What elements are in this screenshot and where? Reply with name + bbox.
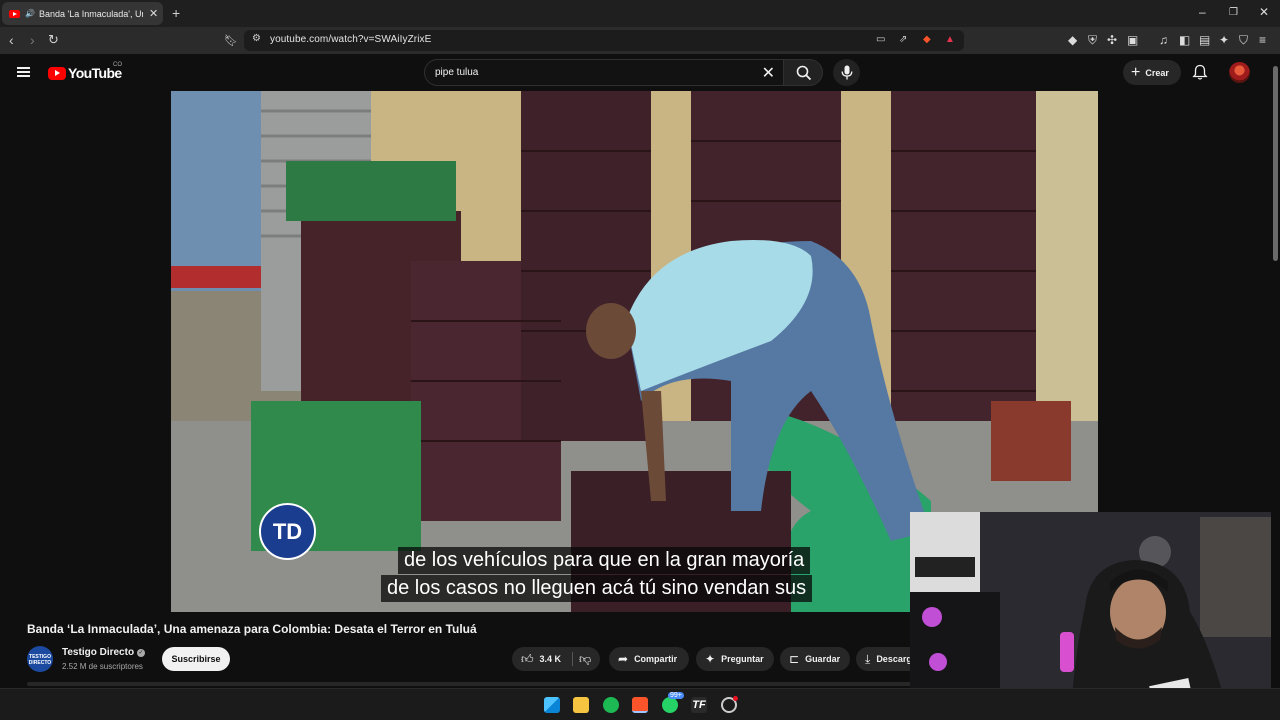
create-button[interactable]: + Crear bbox=[1123, 60, 1181, 85]
subtitle-line-2: de los casos no lleguen acá tú sino vend… bbox=[381, 575, 813, 602]
share-label: Compartir bbox=[634, 654, 678, 664]
leo-ai-icon[interactable]: ✦ bbox=[1219, 33, 1229, 47]
scrollbar-thumb[interactable] bbox=[1273, 66, 1278, 261]
share-icon: ➦ bbox=[618, 652, 629, 666]
windows-taskbar: 99+ TF bbox=[0, 688, 1280, 720]
ask-button[interactable]: ✦ Preguntar bbox=[696, 647, 774, 671]
whatsapp-badge: 99+ bbox=[668, 692, 684, 699]
description-box-edge bbox=[27, 682, 912, 686]
channel-name[interactable]: Testigo Directo bbox=[62, 647, 134, 658]
search-input[interactable]: pipe tulua bbox=[435, 67, 478, 78]
new-tab-button[interactable]: + bbox=[172, 5, 180, 21]
media-music-icon[interactable]: ♫ bbox=[1159, 33, 1168, 47]
youtube-play-icon bbox=[48, 66, 66, 80]
subscriber-count: 2.52 M de suscriptores bbox=[62, 662, 143, 671]
extensions-puzzle-icon[interactable]: ✣ bbox=[1107, 33, 1117, 47]
windows-start-icon[interactable] bbox=[544, 697, 560, 713]
menu-icon[interactable] bbox=[17, 67, 30, 77]
user-avatar[interactable] bbox=[1229, 62, 1250, 83]
bookmark-icon[interactable]: 🔖︎ bbox=[224, 34, 238, 47]
share-page-icon[interactable]: ⇗ bbox=[899, 34, 907, 45]
url-text[interactable]: youtube.com/watch?v=SWAiIyZrixE bbox=[270, 34, 431, 45]
subtitle-line-1: de los vehículos para que en la gran may… bbox=[398, 547, 811, 574]
video-title: Banda ‘La Inmaculada’, Una amenaza para … bbox=[27, 622, 477, 636]
tab-title: Banda 'La Inmaculada', Una amenaza bbox=[38, 8, 143, 19]
brave-rewards-icon[interactable]: ▲ bbox=[945, 34, 955, 45]
channel-watermark-logo: TD bbox=[259, 503, 316, 560]
search-button[interactable] bbox=[783, 59, 823, 86]
like-count[interactable]: 3.4 K bbox=[540, 654, 562, 664]
save-button[interactable]: ⊏ Guardar bbox=[780, 647, 850, 671]
speaker-icon[interactable]: 🔊 bbox=[25, 9, 35, 18]
microphone-icon bbox=[841, 65, 853, 80]
vpn-icon[interactable]: ⛉ bbox=[1239, 33, 1248, 48]
like-divider bbox=[572, 652, 573, 666]
notification-dot bbox=[733, 696, 738, 701]
thumbs-up-icon[interactable]: 👍︎ bbox=[521, 652, 534, 667]
ask-label: Preguntar bbox=[721, 654, 764, 664]
thumbs-down-icon[interactable]: 👎︎ bbox=[579, 652, 591, 667]
site-settings-icon[interactable]: ⚙ bbox=[252, 33, 261, 44]
save-bookmark-icon: ⊏ bbox=[789, 652, 800, 666]
minimize-button[interactable]: – bbox=[1199, 5, 1206, 19]
youtube-favicon-icon bbox=[9, 9, 20, 18]
share-button[interactable]: ➦ Compartir bbox=[609, 647, 689, 671]
extension-shield-icon[interactable]: ⛨ bbox=[1088, 33, 1097, 48]
address-bar[interactable]: ⚙ youtube.com/watch?v=SWAiIyZrixE ▭ ⇗ ◆ … bbox=[244, 30, 964, 51]
spotify-icon[interactable] bbox=[603, 697, 619, 713]
clear-search-icon[interactable]: ✕ bbox=[762, 63, 775, 83]
cast-icon[interactable]: ▭ bbox=[876, 34, 885, 45]
page-scrollbar[interactable] bbox=[1271, 54, 1280, 688]
youtube-header: YouTube CO pipe tulua ✕ + Crear bbox=[0, 54, 1280, 91]
youtube-logo[interactable]: YouTube CO bbox=[48, 62, 122, 81]
voice-search-button[interactable] bbox=[833, 59, 860, 86]
browser-toolbar: ‹ › ↻ 🔖︎ ⚙ youtube.com/watch?v=SWAiIyZri… bbox=[0, 27, 1280, 54]
close-window-button[interactable]: ✕ bbox=[1259, 5, 1269, 19]
screenshot-icon[interactable]: ▣ bbox=[1127, 33, 1138, 47]
subscribe-button[interactable]: Suscribirse bbox=[162, 647, 230, 671]
create-label: Crear bbox=[1145, 67, 1169, 78]
browser-tab[interactable]: 🔊 Banda 'La Inmaculada', Una amenaza ✕ bbox=[2, 2, 163, 25]
brave-browser-icon[interactable] bbox=[632, 697, 648, 713]
notifications-bell-icon[interactable] bbox=[1192, 64, 1208, 81]
sidebar-icon[interactable]: ◧ bbox=[1179, 33, 1190, 47]
extension-diamond-icon[interactable]: ◆ bbox=[1068, 33, 1077, 47]
plus-icon: + bbox=[1131, 63, 1141, 81]
forward-icon[interactable]: › bbox=[30, 32, 35, 48]
channel-avatar[interactable]: TESTIGO DIRECTO bbox=[27, 646, 53, 672]
verified-check-icon: ✓ bbox=[137, 649, 145, 657]
file-explorer-icon[interactable] bbox=[573, 697, 589, 713]
sparkle-icon: ✦ bbox=[705, 652, 716, 666]
back-icon[interactable]: ‹ bbox=[9, 32, 14, 48]
browser-menu-icon[interactable]: ≡ bbox=[1259, 33, 1266, 47]
brave-shields-icon[interactable]: ◆ bbox=[923, 34, 931, 45]
search-icon bbox=[796, 65, 812, 81]
country-code: CO bbox=[113, 62, 122, 68]
restore-button[interactable]: ❐ bbox=[1229, 7, 1238, 18]
like-dislike-group: 👍︎ 3.4 K 👎︎ bbox=[512, 647, 600, 671]
wallet-icon[interactable]: ▤ bbox=[1199, 33, 1210, 47]
tf-app-icon[interactable]: TF bbox=[691, 697, 707, 713]
search-box[interactable]: pipe tulua ✕ bbox=[424, 59, 784, 86]
browser-tab-strip: 🔊 Banda 'La Inmaculada', Una amenaza ✕ +… bbox=[0, 0, 1280, 27]
tab-close-icon[interactable]: ✕ bbox=[149, 7, 158, 20]
reload-icon[interactable]: ↻ bbox=[48, 32, 59, 48]
save-label: Guardar bbox=[805, 654, 841, 664]
download-icon: ⤓ bbox=[865, 651, 871, 666]
whatsapp-icon[interactable] bbox=[662, 697, 678, 713]
